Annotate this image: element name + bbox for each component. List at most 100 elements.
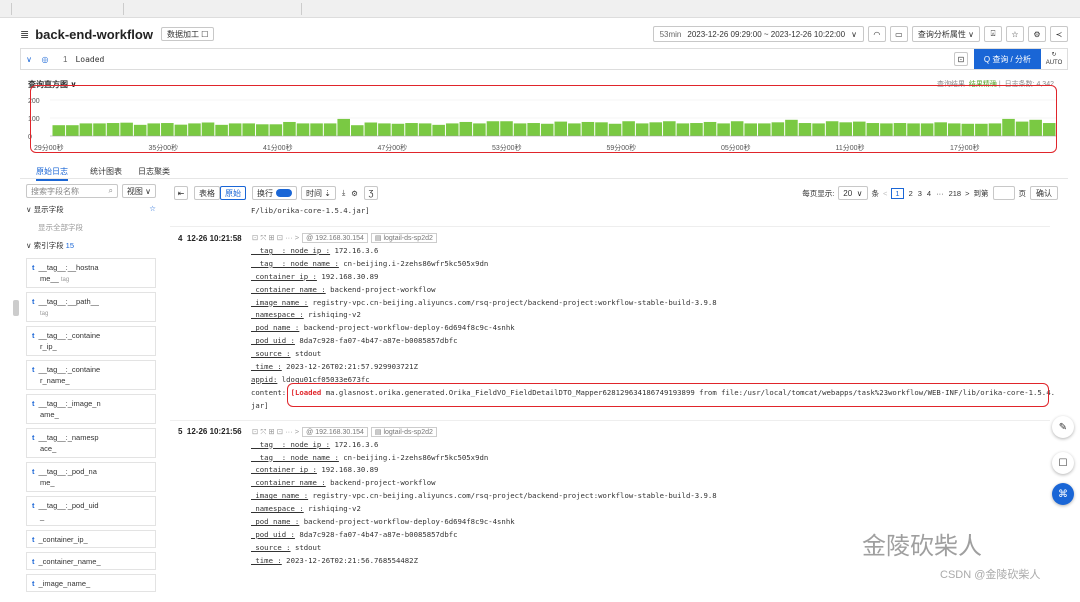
show-all-fields-link[interactable]: 显示全部字段 [26, 222, 156, 233]
time-range-picker[interactable]: 53min 2023-12-26 09:29:00 ~ 2023-12-26 1… [652, 26, 864, 42]
field-search-placeholder: 搜索字段名称 [31, 186, 79, 196]
goto-page-input[interactable] [992, 186, 1015, 200]
next-page-icon[interactable]: > [965, 189, 969, 198]
analysis-attr-dropdown[interactable]: 查询分析属性 ∨ [911, 26, 980, 42]
index-field-item[interactable]: t __tag__:_image_n ame_ [26, 394, 156, 424]
collapse-chevron-icon[interactable]: ∨ [21, 55, 37, 64]
record-actions[interactable]: ⊡ ⤧ ⊞ ⊡ ··· > [252, 427, 299, 437]
index-field-item[interactable]: t __tag__:__path__ tag [26, 292, 156, 322]
auto-refresh-toggle[interactable]: ↻ AUTO [1041, 51, 1067, 67]
index-fields-header[interactable]: ∨ 索引字段 [26, 241, 64, 250]
watermark: 金陵砍柴人 [862, 532, 982, 560]
log-key: _time_: [251, 362, 282, 372]
raw-view-button[interactable]: 原始 [220, 186, 246, 200]
field-name-cont: me_ [40, 478, 55, 487]
time-sort-button[interactable]: 时间 ⇣ [301, 186, 336, 200]
index-field-item[interactable]: t __tag__:_pod_uid _ [26, 496, 156, 526]
log-key: __tag__:_node_name_: [251, 452, 339, 462]
source-ip: 192.168.30.154 [315, 235, 364, 242]
index-field-item[interactable]: t _container_ip_ [26, 530, 156, 548]
per-page-unit: 条 [871, 188, 880, 198]
field-name-cont: r_ip_ [40, 342, 57, 351]
log-key: _namespace_: [251, 310, 304, 320]
field-panel: 搜索字段名称 ⌕ 视图 ∨ ∨ 显示字段 ☆ 显示全部字段 ∨ 索引字段 15 t… [26, 184, 156, 592]
page-number[interactable]: 1 [891, 187, 904, 199]
collapse-icon[interactable]: ⇤ [174, 186, 188, 200]
index-field-item[interactable]: t __tag__:_namesp ace_ [26, 428, 156, 458]
log-value: registry-vpc.cn-beijing.aliyuncs.com/rsq… [312, 297, 717, 307]
wrap-toggle[interactable]: 换行 [252, 186, 297, 200]
log-field-line: _image_name_: registry-vpc.cn-beijing.al… [170, 297, 1050, 310]
log-field-line: _container_ip_: 192.168.30.89 [170, 464, 1050, 477]
assistant-float-icon[interactable]: ⌘ [1052, 483, 1074, 505]
per-page-select[interactable]: 20 ∨ [838, 186, 868, 200]
log-field-line: __tag__:_node_name_: cn-beijing.i-2zehs8… [170, 258, 1050, 271]
index-field-item[interactable]: t _image_name_ [26, 574, 156, 592]
query-input[interactable]: Loaded [75, 55, 953, 64]
analysis-attr-label: 查询分析属性 [917, 29, 966, 39]
field-name: __tag__:_pod_uid [38, 501, 99, 510]
alarm-icon[interactable]: ⍓ [984, 26, 1002, 42]
gear-icon[interactable]: ⚙ [1028, 26, 1046, 42]
tab-log-cluster[interactable]: 日志聚类 [138, 166, 170, 177]
tab-stats-chart[interactable]: 统计图表 [90, 166, 122, 177]
page-number[interactable]: 218 [949, 189, 962, 198]
logstore-tag: ▤ logtail-ds-sp2d2 [370, 233, 437, 243]
field-name-cont [32, 568, 40, 577]
index-field-item[interactable]: t _container_name_ [26, 552, 156, 570]
favorite-icon[interactable]: ☆ [1006, 26, 1024, 42]
index-field-item[interactable]: t __tag__:__hostna me__ tag [26, 258, 156, 288]
table-view-button[interactable]: 表格 [194, 186, 220, 200]
log-field-line: _source_: stdout [170, 348, 1050, 361]
auto-label: AUTO [1045, 60, 1063, 66]
log-key: _container_name_: [251, 284, 326, 294]
log-value: rishiqing-v2 [308, 310, 361, 320]
log-field-line: __tag__:_node_ip_: 172.16.3.6 [170, 439, 1050, 452]
comment-float-icon[interactable]: ☐ [1052, 452, 1074, 474]
display-icon[interactable]: ▭ [889, 26, 908, 42]
field-name: __tag__:_namesp [38, 433, 99, 442]
search-icon: ⌕ [108, 186, 113, 195]
json-icon[interactable]: Ʒ [364, 186, 378, 200]
log-field-line: _container_name_: backend-project-workfl… [170, 477, 1050, 490]
log-value: 192.168.30.89 [321, 465, 379, 475]
highlight-box-content [287, 383, 1049, 407]
log-field-line: _image_name_: registry-vpc.cn-beijing.al… [170, 490, 1050, 503]
search-button[interactable]: Q 查询 / 分析 [973, 49, 1041, 69]
log-key: _pod_name_: [251, 323, 300, 333]
field-name-cont: ame_ [40, 410, 59, 419]
index-field-item[interactable]: t __tag__:_containe r_ip_ [26, 326, 156, 356]
share-icon[interactable]: ≺ [1050, 26, 1068, 42]
log-value: cn-beijing.i-2zehs86wfr5kc505x9dn [343, 258, 489, 268]
field-name: __tag__:_containe [38, 331, 101, 340]
copy-icon[interactable]: ⊡ [953, 52, 968, 66]
edit-float-icon[interactable]: ✎ [1052, 416, 1074, 438]
index-field-item[interactable]: t __tag__:_pod_na me_ [26, 462, 156, 492]
page-number[interactable]: ··· [936, 189, 944, 198]
refresh-gauge-icon[interactable]: ◠ [867, 26, 886, 42]
log-value: backend-project-workflow-deploy-6d694f8c… [303, 517, 515, 527]
record-actions[interactable]: ⊡ ⤧ ⊞ ⊡ ··· > [252, 233, 299, 243]
gear-icon[interactable]: ⚙ [351, 189, 358, 198]
page-number[interactable]: 2 [909, 189, 913, 198]
tab-raw-logs[interactable]: 原始日志 [36, 166, 68, 181]
source-ip-tag: @ 192.168.30.154 [302, 426, 368, 437]
watermark-csdn: CSDN @金陵砍柴人 [940, 569, 1041, 581]
log-tabs: 原始日志 统计图表 日志聚类 [20, 163, 1068, 181]
confirm-button[interactable]: 确认 [1030, 186, 1058, 200]
view-dropdown[interactable]: 视图 ∨ [121, 184, 156, 198]
download-icon[interactable]: ⤓ [342, 188, 345, 198]
index-field-item[interactable]: t __tag__:_containe r_name_ [26, 360, 156, 390]
data-process-button[interactable]: 数据加工 ☐ [160, 27, 215, 41]
display-fields-header[interactable]: ∨ 显示字段 [26, 204, 64, 218]
sidebar-collapse-handle[interactable] [13, 300, 19, 316]
page-number[interactable]: 4 [927, 189, 931, 198]
prev-page-icon[interactable]: < [883, 189, 887, 198]
query-mode-icon[interactable]: ◎ [37, 55, 53, 64]
page-number[interactable]: 3 [918, 189, 922, 198]
field-search-input[interactable]: 搜索字段名称 ⌕ [26, 184, 118, 198]
log-value: 192.168.30.89 [321, 271, 379, 281]
log-value: 2023-12-26T02:21:57.929903721Z [286, 362, 418, 372]
star-icon[interactable]: ☆ [149, 204, 156, 218]
source-ip: 192.168.30.154 [315, 428, 364, 436]
